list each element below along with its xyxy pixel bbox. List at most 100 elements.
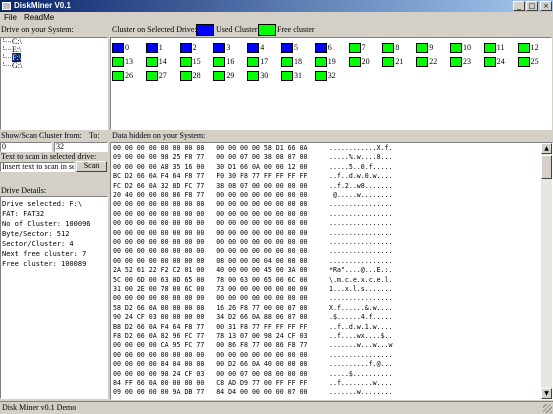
hex-bytes: FC D2 66 0A 32 8D FC 77 38 08 07 00 00 0… <box>113 181 308 190</box>
hex-bytes: 00 00 00 00 00 00 00 00 00 00 00 00 00 0… <box>113 209 308 218</box>
free-cluster-square <box>179 57 192 67</box>
hex-row: 09 00 00 00 98 25 F8 77 00 00 07 00 38 0… <box>113 153 393 162</box>
cluster-cell[interactable]: 31 <box>281 71 314 81</box>
cluster-cell[interactable]: 7 <box>348 43 382 53</box>
cluster-number: 26 <box>125 71 133 80</box>
hex-ascii: ................ <box>329 247 393 256</box>
hex-row: FC D2 66 0A 32 8D FC 77 38 08 07 00 00 0… <box>113 181 393 191</box>
detail-line: FAT: FAT32 <box>2 210 45 218</box>
cluster-cell[interactable]: 20 <box>348 57 382 67</box>
maximize-button[interactable]: □ <box>526 1 538 11</box>
cluster-cell[interactable]: 16 <box>213 57 246 67</box>
cluster-to-input[interactable]: 32 <box>54 142 108 152</box>
cluster-map: 0 1 2 3 4 5 6 7 8 9 10 11 12 13 14 15 16 17 18 19 20 21 22 23 24… <box>110 37 552 130</box>
data-hidden-label: Data hidden on your System: <box>112 131 206 140</box>
cluster-cell[interactable]: 10 <box>450 43 483 53</box>
free-cluster-square <box>179 71 192 81</box>
used-cluster-label: Used Cluster <box>216 25 258 34</box>
hex-scrollbar[interactable]: ▲ ▼ <box>541 143 552 399</box>
minimize-button[interactable]: _ <box>513 1 525 11</box>
hex-row: 20 40 00 00 00 86 F8 77 00 00 00 00 00 0… <box>113 191 393 200</box>
scroll-up-button[interactable]: ▲ <box>541 143 552 154</box>
cluster-number: 27 <box>158 71 167 80</box>
detail-line: Next free cluster: 7 <box>2 250 87 258</box>
hex-row: B8 D2 66 0A F4 64 F8 77 00 31 F8 77 FF F… <box>113 323 393 332</box>
cluster-cell[interactable]: 19 <box>314 57 348 67</box>
hex-row: 90 24 CF 03 00 00 00 00 34 D2 66 0A 88 0… <box>113 313 393 322</box>
show-scan-from-label: Show/Scan Cluster from: <box>1 131 82 140</box>
used-cluster-square <box>145 43 158 53</box>
detail-line: No of Cluster: 100096 <box>2 220 91 228</box>
hex-bytes: 00 00 00 00 00 00 00 00 00 00 00 00 00 0… <box>113 294 308 303</box>
menu-readme[interactable]: ReadMe <box>24 13 54 22</box>
cluster-cell[interactable]: 28 <box>179 71 213 81</box>
cluster-cell[interactable]: 17 <box>247 57 280 67</box>
cluster-number: 23 <box>463 57 471 66</box>
cluster-cell[interactable]: 24 <box>483 57 517 67</box>
hex-row: 00 00 00 00 A8 35 16 00 30 D1 66 0A 00 0… <box>113 162 393 172</box>
cluster-cell[interactable]: 13 <box>112 57 145 67</box>
title-bar: DiskMiner V0.1 _ □ × <box>0 0 553 12</box>
free-cluster-square <box>281 57 293 67</box>
hex-ascii: ................ <box>329 200 393 209</box>
cluster-cell[interactable]: 21 <box>382 57 415 67</box>
cluster-cell[interactable]: 30 <box>247 71 280 81</box>
cluster-cell[interactable]: 6 <box>314 43 348 53</box>
free-cluster-square <box>112 57 124 67</box>
drive-details-label: Drive Details: <box>1 186 47 195</box>
used-cluster-square <box>112 43 124 53</box>
hex-bytes: 09 00 00 00 00 9A DB 77 84 D4 00 00 00 0… <box>113 388 308 397</box>
cluster-cell[interactable]: 8 <box>382 43 415 53</box>
cluster-cell[interactable]: 18 <box>281 57 314 67</box>
used-cluster-square <box>247 43 260 53</box>
cluster-cell[interactable]: 11 <box>483 43 517 53</box>
cluster-cell[interactable]: 27 <box>145 71 179 81</box>
hex-row: 00 00 00 00 00 00 00 00 00 00 00 00 00 0… <box>113 238 393 247</box>
cluster-cell[interactable]: 25 <box>517 57 551 67</box>
hex-row: BC D2 66 0A F4 64 F8 77 F0 30 F8 77 FF F… <box>113 172 393 181</box>
detail-line: Drive selected: F:\ <box>2 200 83 208</box>
hex-view[interactable]: 00 00 00 00 00 00 00 00 00 00 00 00 58 D… <box>110 142 553 400</box>
cluster-cell[interactable]: 22 <box>416 57 449 67</box>
cluster-number: 1 <box>158 43 163 52</box>
hex-ascii: ............X.f. <box>329 144 393 152</box>
scroll-down-button[interactable]: ▼ <box>541 388 552 399</box>
menu-file[interactable]: File <box>4 13 17 22</box>
cluster-cell[interactable]: 9 <box>416 43 449 53</box>
cluster-number: 29 <box>226 71 235 80</box>
cluster-number: 5 <box>294 43 298 52</box>
cluster-cell[interactable]: 15 <box>179 57 213 67</box>
close-button[interactable]: × <box>540 1 552 11</box>
cluster-from-input[interactable]: 0 <box>0 142 52 152</box>
cluster-cell[interactable]: 4 <box>247 43 280 53</box>
hex-row: 00 00 00 00 00 00 00 00 00 00 00 00 00 0… <box>113 200 393 209</box>
hex-bytes: 00 00 00 00 00 00 00 00 00 00 00 00 00 0… <box>113 219 308 228</box>
cluster-cell[interactable]: 23 <box>450 57 483 67</box>
cluster-cell[interactable]: 26 <box>112 71 145 81</box>
cluster-cell[interactable]: 2 <box>179 43 213 53</box>
scan-button[interactable]: Scan <box>76 161 107 172</box>
hex-bytes: 00 00 00 00 A8 35 16 00 30 D1 66 0A 00 0… <box>113 162 308 171</box>
free-cluster-square <box>247 71 260 81</box>
used-cluster-swatch <box>196 24 214 36</box>
hex-bytes: 00 00 00 00 00 00 00 00 00 00 00 00 00 0… <box>113 350 308 359</box>
free-cluster-label: Free cluster <box>277 25 315 34</box>
resize-grip[interactable] <box>543 404 552 413</box>
hex-ascii: ..........f.@... <box>329 360 393 369</box>
drive-tree-item[interactable]: G:\ <box>3 62 22 70</box>
hex-bytes: 31 00 2E 00 78 00 6C 00 73 00 00 00 00 0… <box>113 285 308 293</box>
used-cluster-square <box>314 43 327 53</box>
cluster-cell[interactable]: 3 <box>213 43 246 53</box>
cluster-cell[interactable]: 32 <box>314 71 348 81</box>
scan-text-input[interactable]: Insert text to scan in sel <box>0 162 75 172</box>
to-label: To: <box>89 131 100 140</box>
cluster-cell[interactable]: 14 <box>145 57 179 67</box>
cluster-cell[interactable]: 29 <box>213 71 246 81</box>
cluster-cell[interactable]: 0 <box>112 43 145 53</box>
hex-row: 31 00 2E 00 78 00 6C 00 73 00 00 00 00 0… <box>113 285 393 294</box>
cluster-cell[interactable]: 5 <box>281 43 314 53</box>
scroll-thumb[interactable] <box>541 155 552 179</box>
cluster-cell[interactable]: 1 <box>145 43 179 53</box>
free-cluster-square <box>450 43 462 53</box>
cluster-cell[interactable]: 12 <box>517 43 551 53</box>
